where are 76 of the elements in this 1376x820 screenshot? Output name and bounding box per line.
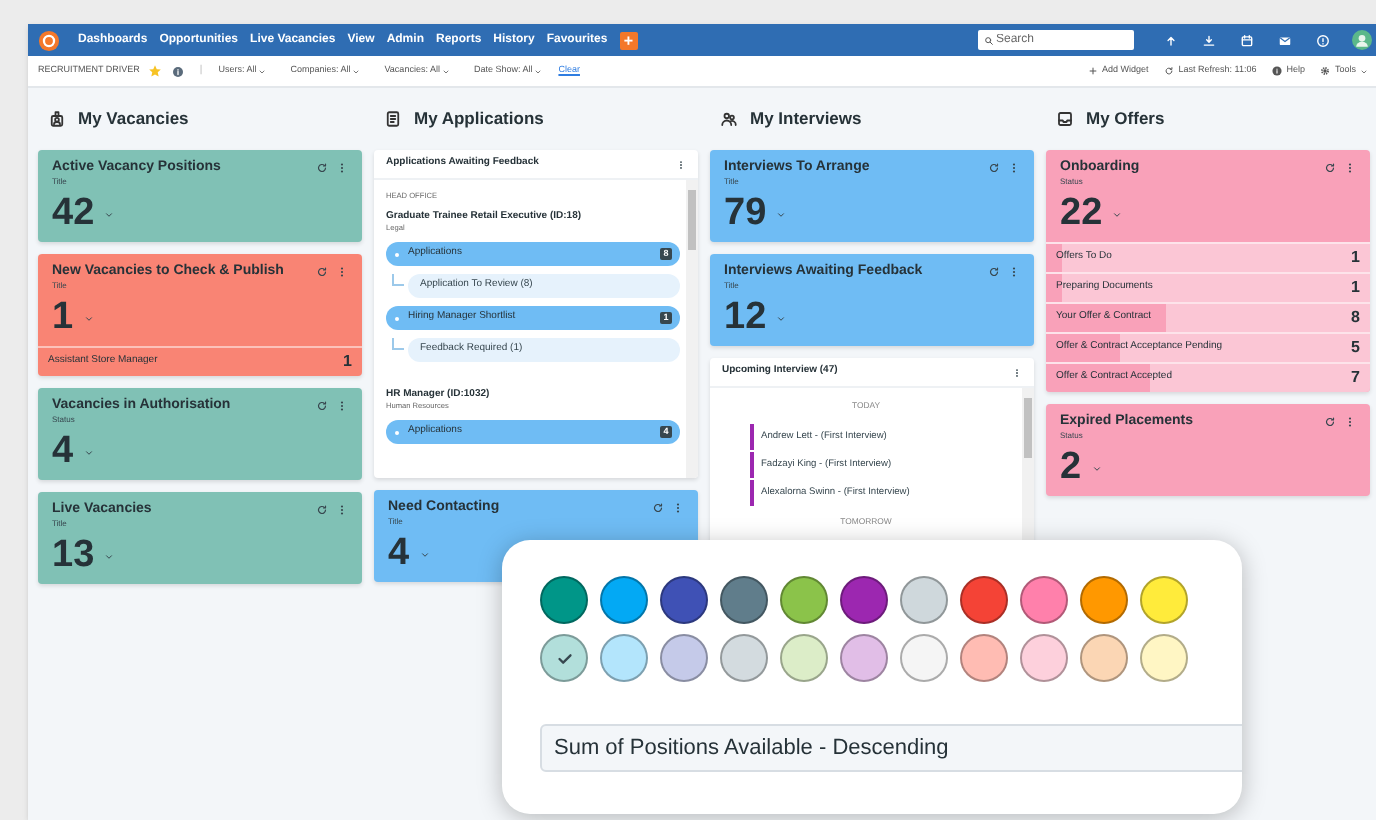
counter-value: 13 [52,536,95,576]
help-icon [1272,66,1283,76]
refresh-icon[interactable] [316,266,328,278]
color-swatch[interactable] [1080,634,1128,682]
color-swatch[interactable] [840,634,888,682]
counter-value: 4 [52,432,74,472]
color-swatch[interactable] [900,576,948,624]
caret-icon[interactable] [776,209,787,219]
caret-icon[interactable] [104,551,115,561]
refresh-icon[interactable] [1324,416,1336,428]
avatar-icon[interactable] [1352,30,1372,50]
refresh-icon[interactable] [988,266,1000,278]
caret-icon[interactable] [1091,463,1102,473]
color-swatch[interactable] [1080,576,1128,624]
refresh-icon[interactable] [988,162,1000,174]
color-swatch[interactable] [540,634,588,682]
caret-icon[interactable] [83,447,94,457]
download-icon[interactable] [1202,33,1216,47]
color-swatch[interactable] [840,576,888,624]
color-swatch[interactable] [780,576,828,624]
caret-icon[interactable] [83,313,94,323]
info-icon[interactable] [171,65,184,77]
caret-icon[interactable] [776,313,787,323]
color-swatch[interactable] [600,634,648,682]
color-swatch[interactable] [660,576,708,624]
color-swatch[interactable] [780,634,828,682]
dot-icon [394,251,400,257]
caret-icon[interactable] [104,209,115,219]
help-icon[interactable] [1316,33,1330,47]
gear-icon [1320,66,1331,76]
color-swatch[interactable] [960,576,1008,624]
counter-value: 22 [1060,194,1103,234]
color-swatch[interactable] [720,576,768,624]
refresh-icon[interactable] [1324,162,1336,174]
sort-field[interactable]: Sum of Positions Available - Descending [540,724,1242,772]
section-title: My Applications [414,106,544,132]
color-swatch[interactable] [900,634,948,682]
star-icon[interactable] [147,64,162,78]
counter-value: 2 [1060,448,1082,488]
section-title: My Offers [1086,106,1165,132]
caret-icon[interactable] [419,549,430,559]
caret-icon[interactable] [1112,209,1123,219]
calendar-icon[interactable] [1240,33,1254,47]
counter-value: 12 [724,298,767,338]
mail-icon[interactable] [1278,33,1292,47]
counter-value: 42 [52,194,95,234]
document-icon [384,110,402,128]
plus-icon [1088,66,1098,76]
upload-icon[interactable] [1164,33,1178,47]
badge-person-icon [48,110,66,128]
refresh-icon[interactable] [316,400,328,412]
color-swatch[interactable] [1140,576,1188,624]
section-title: My Interviews [750,106,862,132]
counter-value: 1 [52,298,74,338]
color-swatch[interactable] [1020,634,1068,682]
counter-value: 4 [388,534,410,574]
color-swatch[interactable] [540,576,588,624]
logo-icon [38,29,60,51]
dot-icon [394,315,400,321]
people-icon [720,110,738,128]
color-swatch[interactable] [1020,576,1068,624]
scrollbar[interactable] [686,180,698,478]
color-swatch[interactable] [960,634,1008,682]
refresh-icon[interactable] [316,504,328,516]
color-swatch[interactable] [1140,634,1188,682]
refresh-icon [1164,66,1175,76]
inbox-icon [1056,110,1074,128]
counter-value: 79 [724,194,767,234]
color-swatch[interactable] [660,634,708,682]
color-swatch[interactable] [600,576,648,624]
refresh-icon[interactable] [316,162,328,174]
section-title: My Vacancies [78,106,189,132]
search-icon [984,35,994,45]
dot-icon [394,429,400,435]
color-swatch[interactable] [720,634,768,682]
refresh-icon[interactable] [652,502,664,514]
